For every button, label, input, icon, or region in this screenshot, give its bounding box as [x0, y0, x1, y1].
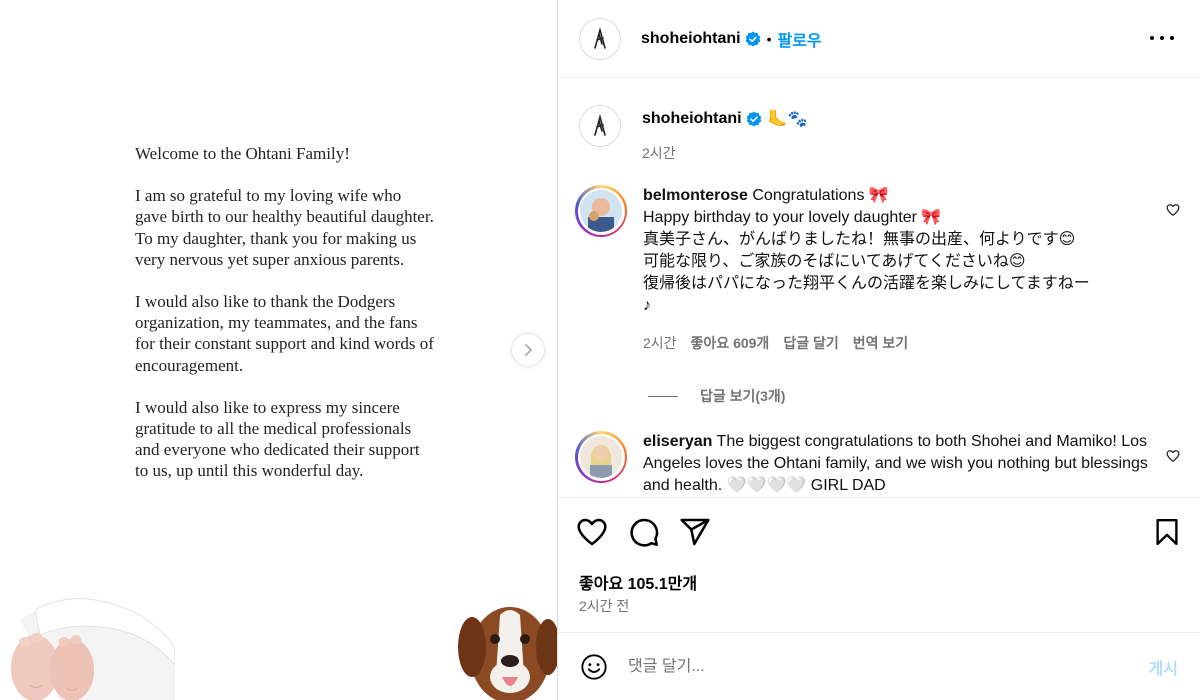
next-image-button[interactable]: [511, 333, 545, 367]
letter-paragraph: I would also like to express my sincere …: [135, 397, 420, 481]
bookmark-icon[interactable]: [1152, 516, 1182, 548]
post-time[interactable]: 2시간 전: [579, 596, 629, 616]
like-count[interactable]: 좋아요 105.1만개: [579, 570, 697, 594]
avatar[interactable]: [575, 185, 627, 237]
verified-icon: [746, 111, 761, 127]
comment-icon[interactable]: [628, 516, 660, 548]
caption-username[interactable]: shoheiohtani: [642, 110, 742, 128]
heart-icon[interactable]: [576, 516, 608, 548]
share-icon[interactable]: [679, 516, 711, 548]
heart-icon[interactable]: [1166, 449, 1180, 463]
header-separator: •: [766, 30, 772, 47]
header-username[interactable]: shoheiohtani: [641, 30, 741, 48]
dog-image: [458, 607, 558, 700]
letter-paragraph: I am so grateful to my loving wife who g…: [135, 186, 434, 269]
comment-text: The biggest congratulations to both Shoh…: [643, 433, 1148, 494]
comment-text-line: 真美子さん、がんばりましたね！無事の出産、何よりです😊: [643, 231, 1076, 248]
replies-line: [648, 395, 678, 397]
comment-input[interactable]: [628, 657, 1108, 676]
heart-icon[interactable]: [1166, 203, 1180, 217]
post-comment-button[interactable]: 게시: [1149, 655, 1178, 679]
letter-text: Welcome to the Ohtani Family! I am so gr…: [135, 143, 435, 503]
more-icon[interactable]: [1150, 28, 1174, 48]
post-sidebar: shoheiohtani • 팔로우 shoheiohtani 🦶🐾 2시간 b…: [558, 0, 1200, 700]
emoji-icon[interactable]: [580, 653, 608, 681]
comment-text-line: 復帰後はパパになった翔平くんの活躍を楽しみにしてますねー: [643, 275, 1090, 292]
comment-time[interactable]: 2시간: [643, 332, 677, 354]
comment-username[interactable]: belmonterose: [643, 187, 748, 204]
avatar-signature-icon: [594, 114, 606, 136]
avatar-photo: [580, 436, 622, 478]
comment-likes[interactable]: 좋아요 609개: [691, 332, 770, 354]
comment-text-line: Happy birthday to your lovely daughter 🎀: [643, 209, 942, 226]
baby-feet-image: [11, 598, 175, 700]
add-comment-bar: 게시: [558, 633, 1200, 700]
avatar-photo: [580, 190, 622, 232]
view-replies-label: 답글 보기(3개): [700, 388, 786, 404]
comment: belmonterose Congratulations 🎀 Happy bir…: [575, 185, 1185, 354]
divider: [558, 497, 1200, 498]
comment-text-line: Congratulations 🎀: [747, 187, 889, 204]
follow-button[interactable]: 팔로우: [777, 27, 821, 51]
avatar[interactable]: [579, 105, 621, 147]
verified-icon: [745, 31, 760, 46]
post-header: shoheiohtani • 팔로우: [558, 0, 1200, 78]
caption-time[interactable]: 2시간: [642, 143, 807, 163]
comment-username[interactable]: eliseryan: [643, 433, 712, 450]
avatar[interactable]: [579, 17, 621, 60]
comment-text-line: 可能な限り、ご家族のそばにいてあげてくださいね😊: [643, 253, 1026, 270]
comments-area[interactable]: shoheiohtani 🦶🐾 2시간 belmonterose Congrat…: [558, 79, 1200, 497]
letter-paragraph: Welcome to the Ohtani Family!: [135, 144, 350, 163]
reply-button[interactable]: 답글 달기: [783, 332, 838, 354]
avatar-signature-icon: [594, 26, 606, 49]
chevron-right-icon: [525, 344, 532, 356]
comment: eliseryan The biggest congratulations to…: [575, 431, 1185, 497]
post-image: Welcome to the Ohtani Family! I am so gr…: [0, 0, 558, 700]
avatar[interactable]: [575, 431, 627, 483]
caption: shoheiohtani 🦶🐾 2시간: [579, 105, 807, 163]
view-replies-button[interactable]: 답글 보기(3개): [648, 386, 785, 406]
caption-text: 🦶🐾: [767, 111, 808, 128]
letter-paragraph: I would also like to thank the Dodgers o…: [135, 292, 434, 375]
translate-button[interactable]: 번역 보기: [853, 332, 908, 354]
comment-text-line: ♪: [643, 297, 651, 314]
action-bar: [576, 512, 1186, 552]
